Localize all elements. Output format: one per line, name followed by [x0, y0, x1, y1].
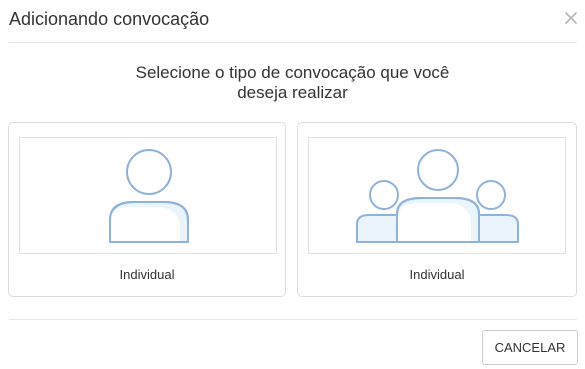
prompt-line-1: Selecione o tipo de convocação que você	[135, 63, 450, 82]
dialog-title: Adicionando convocação	[9, 9, 210, 29]
cancel-button[interactable]: CANCELAR	[482, 330, 578, 365]
option-card-individual[interactable]: Individual	[8, 122, 286, 297]
close-icon[interactable]	[563, 10, 579, 26]
selection-prompt: Selecione o tipo de convocação que você …	[0, 63, 585, 103]
footer-divider	[9, 319, 577, 320]
header-divider	[9, 42, 577, 43]
option-label: Individual	[119, 267, 175, 282]
single-person-icon	[19, 137, 277, 254]
dialog-header: Adicionando convocação	[0, 0, 585, 42]
option-label: Individual	[409, 267, 465, 282]
convocation-dialog: Adicionando convocação Selecione o tipo …	[0, 0, 585, 369]
option-card-group[interactable]: Individual	[297, 122, 577, 297]
group-people-icon	[308, 137, 566, 254]
prompt-line-2: deseja realizar	[237, 83, 348, 102]
